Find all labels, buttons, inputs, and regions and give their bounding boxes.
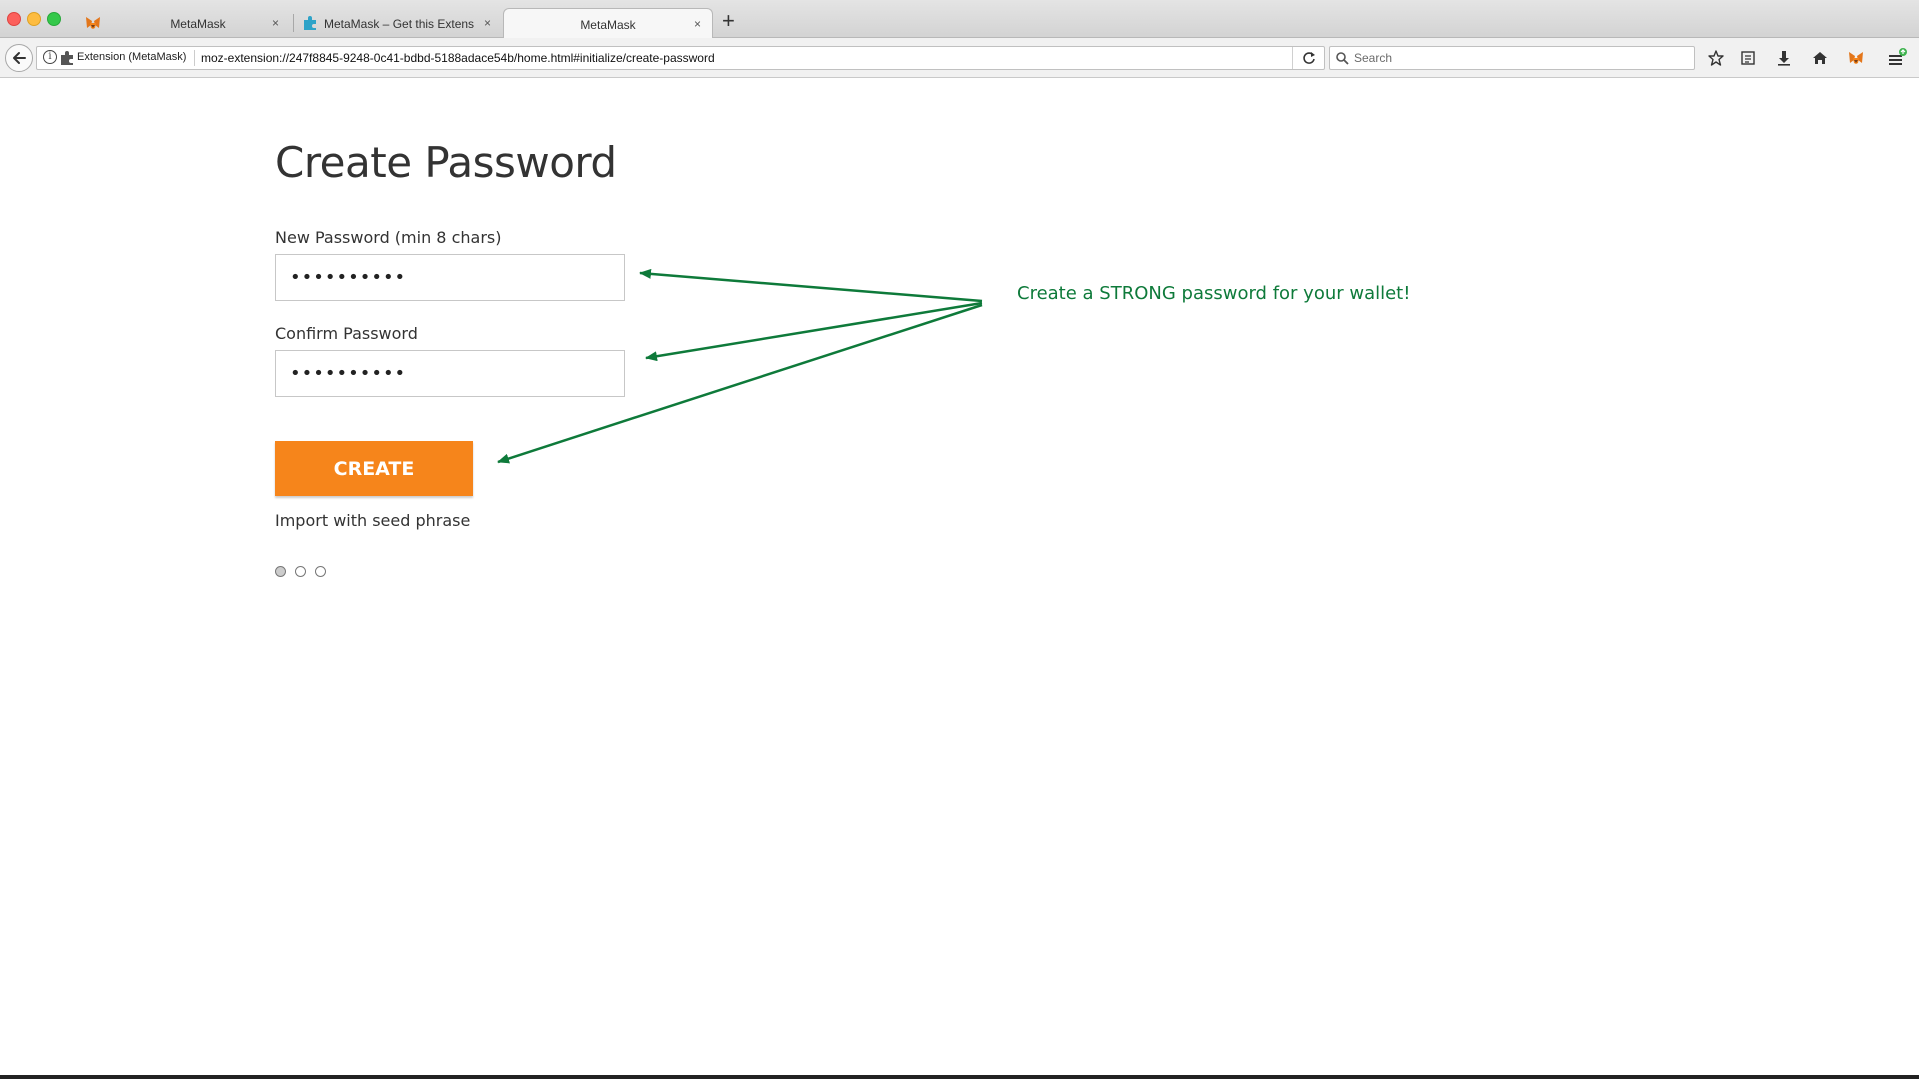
download-icon: [1778, 51, 1790, 66]
downloads-button[interactable]: [1773, 47, 1795, 69]
metamask-fox-icon: [1849, 52, 1863, 64]
url-text[interactable]: moz-extension://247f8845-9248-0c41-bdbd-…: [201, 51, 715, 65]
zoom-window-button[interactable]: [47, 12, 61, 26]
page-content: Create Password New Password (min 8 char…: [0, 78, 1919, 1076]
window-bottom-edge: [0, 1075, 1919, 1079]
tab-title: MetaMask: [580, 18, 636, 32]
home-icon: [1813, 52, 1827, 64]
puzzle-icon: [304, 16, 316, 30]
back-arrow-icon: [13, 52, 26, 64]
new-password-field[interactable]: [275, 254, 625, 301]
url-bar[interactable]: i Extension (MetaMask) moz-extension://2…: [36, 46, 1325, 70]
new-tab-button[interactable]: +: [722, 8, 735, 34]
identity-label: Extension (MetaMask): [77, 51, 187, 63]
step-dot-2: [295, 566, 306, 577]
minimize-window-button[interactable]: [27, 12, 41, 26]
info-icon[interactable]: i: [43, 50, 57, 64]
confirm-password-field[interactable]: [275, 350, 625, 397]
tab-bar: MetaMask × MetaMask – Get this Extension…: [0, 0, 1919, 38]
menu-button[interactable]: [1886, 47, 1908, 69]
close-tab-icon[interactable]: ×: [694, 17, 701, 31]
create-button[interactable]: CREATE: [275, 441, 473, 496]
new-password-label: New Password (min 8 chars): [275, 228, 502, 247]
close-tab-icon[interactable]: ×: [484, 16, 491, 30]
back-button[interactable]: [5, 44, 33, 72]
search-bar[interactable]: [1329, 46, 1695, 70]
bookmark-button[interactable]: [1705, 47, 1727, 69]
url-separator: [194, 50, 195, 66]
menu-icon: [1889, 48, 1907, 65]
extension-icon: [61, 51, 73, 65]
arrow-to-new-password: [639, 268, 983, 303]
reading-list-icon: [1741, 51, 1755, 65]
page-title: Create Password: [275, 138, 617, 187]
step-dot-3: [315, 566, 326, 577]
close-window-button[interactable]: [7, 12, 21, 26]
tab-metamask-active[interactable]: MetaMask ×: [503, 8, 713, 38]
reload-button[interactable]: [1292, 47, 1324, 69]
home-button[interactable]: [1809, 47, 1831, 69]
search-input[interactable]: [1354, 49, 1684, 67]
navigation-bar: i Extension (MetaMask) moz-extension://2…: [0, 38, 1919, 78]
tab-metamask[interactable]: MetaMask ×: [108, 8, 288, 38]
arrow-to-confirm-password: [645, 301, 983, 362]
bookmark-star-icon: [1708, 50, 1724, 66]
tab-title: MetaMask: [170, 17, 226, 31]
metamask-fox-icon: [86, 17, 100, 29]
confirm-password-label: Confirm Password: [275, 324, 418, 343]
step-dot-1: [275, 566, 286, 577]
import-seed-phrase-link[interactable]: Import with seed phrase: [275, 511, 470, 530]
tab-title: MetaMask – Get this Extension for Firefo…: [324, 17, 474, 31]
reading-list-button[interactable]: [1737, 47, 1759, 69]
search-icon: [1336, 52, 1349, 65]
close-tab-icon[interactable]: ×: [272, 16, 279, 30]
step-indicator: [275, 566, 326, 577]
tab-pinned-metamask[interactable]: [84, 8, 102, 38]
reload-icon: [1302, 52, 1315, 64]
metamask-extension-button[interactable]: [1845, 47, 1867, 69]
tab-separator: [293, 14, 294, 32]
annotation-text: Create a STRONG password for your wallet…: [1017, 283, 1411, 304]
tab-metamask-addon[interactable]: MetaMask – Get this Extension for Firefo…: [298, 8, 498, 38]
